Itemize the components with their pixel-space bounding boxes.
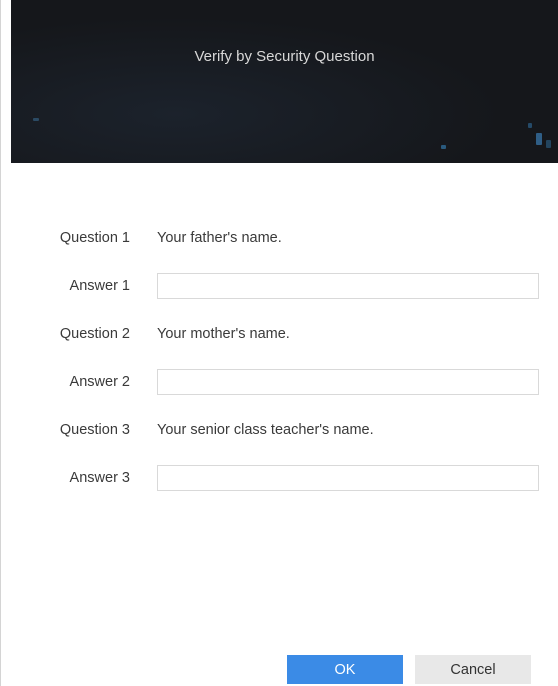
header-decoration [536,133,542,145]
question-3-text: Your senior class teacher's name. [157,422,374,438]
answer-2-label: Answer 2 [69,374,130,390]
dialog-header: Verify by Security Question [11,0,558,163]
cancel-button[interactable]: Cancel [415,655,531,684]
header-decoration [528,123,532,128]
header-decoration [546,140,551,148]
dialog-left-border [0,0,1,686]
security-question-dialog: Verify by Security Question Question 1 Y… [0,0,558,686]
answer-2-input[interactable] [157,369,539,395]
question-3-label: Question 3 [59,422,130,438]
header-decoration [33,118,39,121]
header-background-glow [11,0,558,163]
answer-1-input[interactable] [157,273,539,299]
ok-button[interactable]: OK [287,655,403,684]
question-2-text: Your mother's name. [157,326,290,342]
header-decoration [441,145,446,149]
question-1-label: Question 1 [59,230,130,246]
question-2-label: Question 2 [59,326,130,342]
question-1-text: Your father's name. [157,230,282,246]
answer-3-label: Answer 3 [69,470,130,486]
answer-1-label: Answer 1 [69,278,130,294]
answer-3-input[interactable] [157,465,539,491]
dialog-title: Verify by Security Question [194,48,375,65]
